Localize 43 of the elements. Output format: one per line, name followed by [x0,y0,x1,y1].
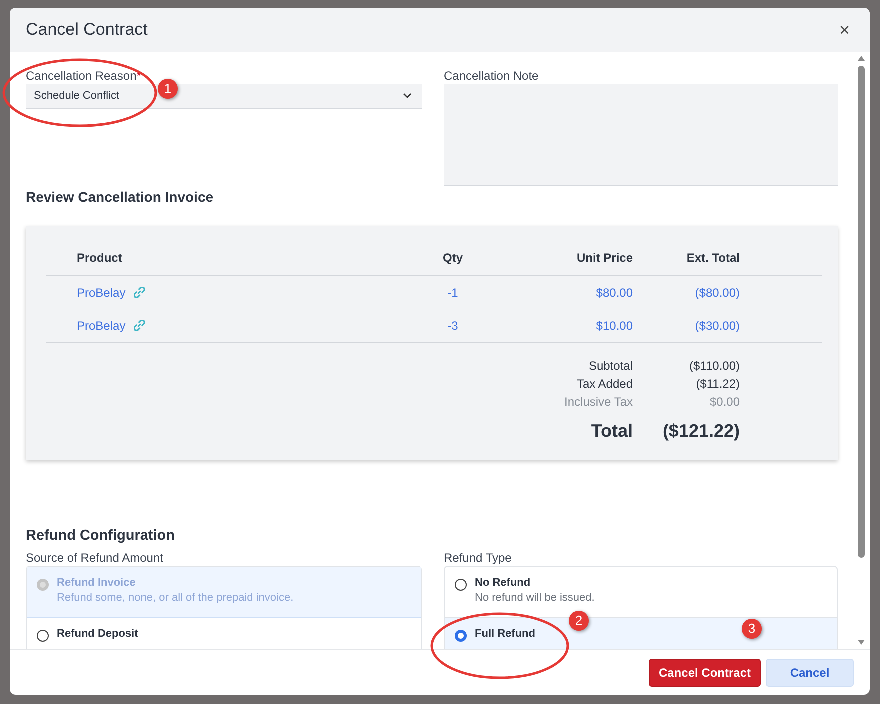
summary-value: $0.00 [708,394,740,411]
field-label: Source of Refund Amount [26,550,164,566]
table-cell-text: $10.00 [595,318,633,334]
table-cell-text: ($80.00) [694,284,740,302]
option-title: No Refund [475,576,532,591]
column-header: Qty [442,250,464,266]
summary-value: ($110.00) [688,358,740,375]
column-header: Product [77,250,124,266]
summary-label: Inclusive Tax [564,394,633,411]
radio-button[interactable] [37,630,49,642]
option-title: Full Refund [475,627,536,642]
close-button[interactable]: × [835,21,854,39]
product-link[interactable]: ProBelay [77,316,126,334]
column-header: Unit Price [576,250,633,266]
link-icon[interactable] [134,320,145,331]
summary-label: Total [590,420,633,442]
note-field[interactable] [444,84,838,186]
field-label: Refund Type [444,550,513,566]
dialog-title: Cancel Contract [26,19,148,42]
summary-label: Subtotal [588,358,633,375]
table-cell-text: $80.00 [595,284,633,302]
table-cell-text: ($30.00) [694,318,740,334]
option-description: Refund some, none, or all of the prepaid invoice. [57,591,294,606]
cancel-contract-button[interactable]: Cancel Contract [648,658,761,686]
column-header: Ext. Total [686,250,740,266]
summary-value: ($11.22) [695,376,740,393]
summary-label: Tax Added [576,376,633,393]
link-icon[interactable] [134,287,145,298]
summary-value: ($121.22) [662,420,740,443]
radio-button[interactable] [455,579,467,591]
product-link[interactable]: ProBelay [77,284,126,302]
field-label: Cancellation Note [444,68,540,84]
option-description: No refund will be issued. [475,591,595,606]
radio-button[interactable] [455,630,467,642]
option-title: Refund Deposit [57,627,138,642]
table-cell-text: -3 [446,318,460,334]
table-cell-text: -1 [446,284,460,302]
section-title: Review Cancellation Invoice [26,188,215,206]
cancel-button[interactable]: Cancel [766,658,854,686]
radio-option[interactable]: Refund Deposit [27,618,421,649]
option-title: Refund Invoice [57,576,137,591]
section-title: Refund Configuration [26,527,176,545]
chevron-down-icon [403,93,412,99]
